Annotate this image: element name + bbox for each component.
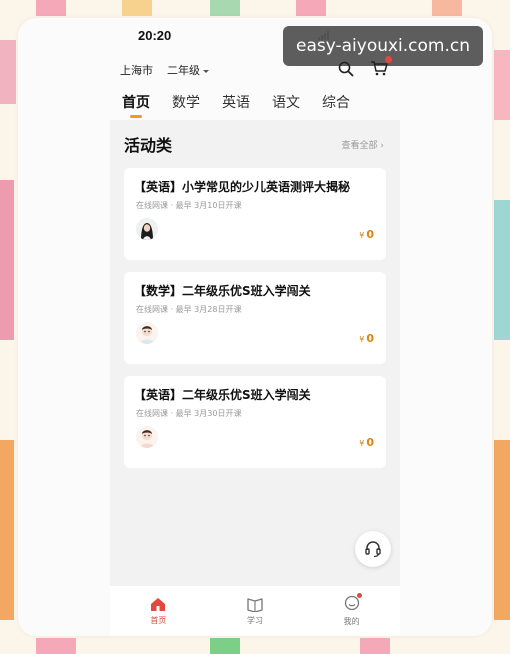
nav-home[interactable]: 首页 — [150, 597, 166, 626]
book-icon — [247, 597, 263, 612]
notification-dot — [356, 593, 362, 598]
price-value: 0 — [366, 436, 374, 449]
chevron-down-icon — [203, 69, 209, 73]
nav-study[interactable]: 学习 — [247, 597, 263, 626]
decor-stripe — [36, 0, 66, 16]
subject-tabs: 首页 数学 英语 语文 综合 — [122, 92, 350, 118]
currency-symbol: ¥ — [359, 439, 365, 448]
decor-stripe — [210, 0, 240, 16]
decor-stripe — [36, 638, 76, 654]
decor-stripe — [0, 180, 14, 340]
content-area: 活动类 查看全部 › 【英语】小学常见的少儿英语测评大揭秘 在线网课 · 最早 … — [110, 120, 400, 586]
nav-label: 我的 — [343, 617, 360, 626]
tab-english[interactable]: 英语 — [222, 92, 250, 118]
course-card[interactable]: 【英语】二年级乐优S班入学闯关 在线网课 · 最早 3月30日开课 ¥0 — [124, 376, 386, 468]
tab-chinese[interactable]: 语文 — [272, 92, 300, 118]
decor-stripe — [0, 440, 14, 620]
nav-me-icon-wrap — [344, 593, 362, 613]
course-price: ¥0 — [359, 436, 374, 449]
course-card[interactable]: 【数学】二年级乐优S班入学闯关 在线网课 · 最早 3月28日开课 ¥0 — [124, 272, 386, 364]
see-all-label: 查看全部 — [341, 141, 378, 151]
currency-symbol: ¥ — [359, 335, 365, 344]
nav-label: 首页 — [150, 615, 167, 625]
price-value: 0 — [366, 332, 374, 345]
decor-stripe — [296, 0, 326, 16]
course-meta: 在线网课 · 最早 3月28日开课 — [136, 305, 242, 314]
currency-symbol: ¥ — [359, 231, 365, 240]
teacher-avatar — [136, 426, 158, 448]
phone-screen: 20:20 easy-aiyouxi.com.cn 上海市 二年级 首页 数学 … — [18, 18, 492, 636]
status-time: 20:20 — [138, 28, 172, 43]
price-value: 0 — [366, 228, 374, 241]
decor-stripe — [494, 200, 510, 340]
grade-selector[interactable]: 二年级 — [167, 62, 209, 78]
cart-badge — [385, 56, 392, 63]
home-icon — [151, 597, 166, 611]
cart-icon[interactable] — [370, 60, 388, 76]
teacher-avatar — [136, 218, 158, 240]
tab-general[interactable]: 综合 — [322, 92, 350, 118]
decor-stripe — [210, 638, 240, 654]
course-meta: 在线网课 · 最早 3月30日开课 — [136, 409, 242, 418]
nav-label: 学习 — [246, 615, 263, 625]
course-card[interactable]: 【英语】小学常见的少儿英语测评大揭秘 在线网课 · 最早 3月10日开课 ¥0 — [124, 168, 386, 260]
course-title: 【英语】二年级乐优S班入学闯关 — [134, 388, 311, 402]
decor-stripe — [494, 50, 510, 120]
tab-math[interactable]: 数学 — [172, 92, 200, 118]
tab-home[interactable]: 首页 — [122, 92, 150, 118]
decor-stripe — [360, 638, 390, 654]
decor-stripe — [494, 440, 510, 620]
search-icon[interactable] — [338, 61, 354, 77]
course-price: ¥0 — [359, 332, 374, 345]
see-all-link[interactable]: 查看全部 › — [342, 138, 384, 151]
decor-stripe — [0, 40, 16, 104]
decor-stripe — [432, 0, 462, 16]
decor-stripe — [122, 0, 152, 16]
customer-service-button[interactable] — [355, 531, 391, 567]
grade-label: 二年级 — [167, 64, 200, 77]
section-title: 活动类 — [124, 136, 173, 155]
course-meta: 在线网课 · 最早 3月10日开课 — [136, 201, 242, 210]
course-price: ¥0 — [359, 228, 374, 241]
city-selector[interactable]: 上海市 — [120, 62, 153, 78]
course-title: 【数学】二年级乐优S班入学闯关 — [134, 284, 311, 298]
nav-me[interactable]: 我的 — [343, 593, 362, 627]
bottom-navigation: 首页 学习 我的 — [110, 586, 400, 636]
location-bar: 上海市 二年级 — [120, 62, 209, 78]
headset-icon — [365, 541, 381, 558]
teacher-avatar — [136, 322, 158, 344]
course-title: 【英语】小学常见的少儿英语测评大揭秘 — [134, 180, 351, 194]
